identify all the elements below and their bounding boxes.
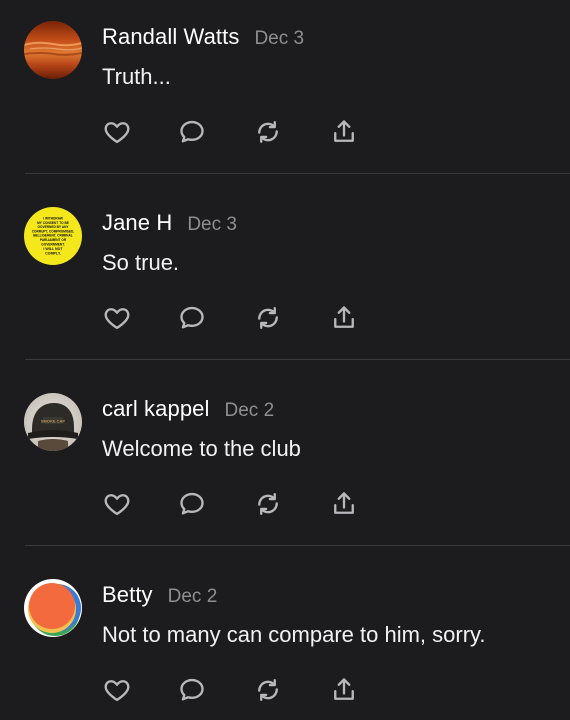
avatar[interactable] bbox=[24, 579, 82, 637]
comment-text: Truth... bbox=[102, 64, 171, 89]
comment-feed: Randall Watts Dec 3 Truth... I WITHDRAW … bbox=[0, 0, 570, 720]
share-button[interactable] bbox=[327, 302, 361, 334]
author-name[interactable]: Randall Watts bbox=[102, 24, 239, 50]
heart-icon bbox=[104, 122, 130, 144]
comment-text: Welcome to the club bbox=[102, 436, 301, 461]
reply-button[interactable] bbox=[175, 674, 209, 706]
comment-bubble-icon bbox=[180, 678, 204, 701]
restack-button[interactable] bbox=[251, 488, 285, 520]
avatar[interactable]: I WITHDRAW MY CONSENT TO BE GOVERNED BY … bbox=[24, 207, 82, 265]
comment-item: Randall Watts Dec 3 Truth... bbox=[0, 0, 570, 174]
comment-text: Not to many can compare to him, sorry. bbox=[102, 622, 486, 647]
comment-item: SMOKE CAP carl kappel Dec 2 Welcome to t… bbox=[0, 360, 570, 546]
like-button[interactable] bbox=[100, 116, 134, 148]
sticker-line: COMPLY. bbox=[45, 251, 61, 255]
sunset-photo-icon bbox=[24, 21, 82, 79]
cap-text: SMOKE CAP bbox=[41, 419, 66, 424]
comment-date[interactable]: Dec 2 bbox=[225, 400, 275, 422]
comment-header: Jane H Dec 3 bbox=[102, 210, 237, 236]
reply-button[interactable] bbox=[175, 488, 209, 520]
comment-date[interactable]: Dec 3 bbox=[254, 28, 304, 50]
comment-date[interactable]: Dec 3 bbox=[187, 214, 237, 236]
avatar[interactable] bbox=[24, 21, 82, 79]
comment-header: Randall Watts Dec 3 bbox=[102, 24, 304, 50]
like-button[interactable] bbox=[100, 488, 134, 520]
share-button[interactable] bbox=[327, 674, 361, 706]
share-icon bbox=[334, 678, 354, 700]
comment-header: carl kappel Dec 2 bbox=[102, 396, 274, 422]
comment-bubble-icon bbox=[180, 120, 204, 143]
yellow-sticker-icon: I WITHDRAW MY CONSENT TO BE GOVERNED BY … bbox=[24, 207, 82, 265]
restack-button[interactable] bbox=[251, 116, 285, 148]
heart-icon bbox=[104, 308, 130, 330]
heart-icon bbox=[104, 680, 130, 702]
comment-text: So true. bbox=[102, 250, 180, 275]
comment-item: Betty Dec 2 Not to many can compare to h… bbox=[0, 546, 570, 720]
avatar[interactable]: SMOKE CAP bbox=[24, 393, 82, 451]
like-button[interactable] bbox=[100, 302, 134, 334]
share-icon bbox=[334, 492, 354, 514]
comment-bubble-icon bbox=[180, 306, 204, 329]
refresh-icon bbox=[258, 307, 278, 329]
heart-icon bbox=[104, 494, 130, 516]
comment-date[interactable]: Dec 2 bbox=[168, 586, 218, 608]
reply-button[interactable] bbox=[175, 116, 209, 148]
refresh-icon bbox=[258, 679, 278, 701]
like-button[interactable] bbox=[100, 674, 134, 706]
sticker-line: GOVERNMENT. bbox=[41, 242, 64, 246]
restack-button[interactable] bbox=[251, 302, 285, 334]
share-icon bbox=[334, 120, 354, 142]
share-button[interactable] bbox=[327, 116, 361, 148]
restack-button[interactable] bbox=[251, 674, 285, 706]
author-name[interactable]: Betty bbox=[102, 582, 153, 608]
comment-header: Betty Dec 2 bbox=[102, 582, 217, 608]
person-in-cap-icon: SMOKE CAP bbox=[24, 393, 82, 451]
comment-bubble-icon bbox=[180, 492, 204, 515]
author-name[interactable]: carl kappel bbox=[102, 396, 210, 422]
share-button[interactable] bbox=[327, 488, 361, 520]
comment-item: I WITHDRAW MY CONSENT TO BE GOVERNED BY … bbox=[0, 174, 570, 360]
reply-button[interactable] bbox=[175, 302, 209, 334]
refresh-icon bbox=[258, 493, 278, 515]
refresh-icon bbox=[258, 121, 278, 143]
share-icon bbox=[334, 306, 354, 328]
author-name[interactable]: Jane H bbox=[102, 210, 172, 236]
colorful-circle-logo-icon bbox=[24, 579, 82, 637]
